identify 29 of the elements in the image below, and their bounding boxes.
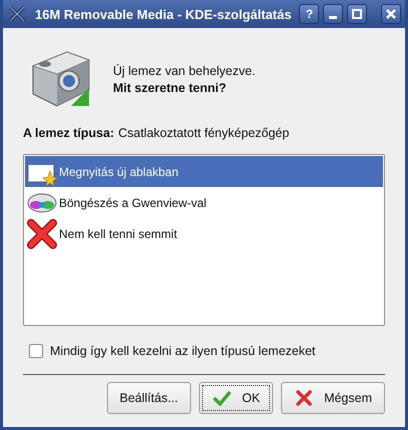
minimize-icon — [329, 16, 338, 19]
new-window-icon — [27, 156, 57, 186]
action-label: Böngészés a Gwenview-val — [59, 196, 206, 210]
maximize-button[interactable] — [347, 4, 368, 24]
window-title: 16M Removable Media - KDE-szolgáltatás — [35, 6, 292, 22]
ok-button[interactable]: OK — [199, 382, 274, 414]
action-label: Megnyitás új ablakban — [59, 164, 178, 178]
app-icon — [7, 4, 27, 24]
media-type-label: A lemez típusa: — [23, 126, 114, 140]
media-type-value: Csatlakoztatott fényképezőgép — [118, 126, 290, 140]
checkmark-icon — [212, 390, 232, 406]
action-item[interactable]: Böngészés a Gwenview-val — [25, 187, 383, 218]
action-item[interactable]: Megnyitás új ablakban — [25, 156, 383, 187]
close-button[interactable] — [381, 4, 402, 24]
cross-icon — [27, 218, 57, 248]
help-button[interactable]: ? — [299, 4, 320, 24]
maximize-icon — [351, 8, 364, 20]
cancel-button[interactable]: Mégsem — [281, 382, 385, 414]
remember-label: Mindig így kell kezelni az ilyen típusú lemezeket — [50, 344, 316, 358]
message-text: Új lemez van behelyezve. — [113, 64, 256, 78]
question-text: Mit szeretne tenni? — [113, 80, 228, 94]
close-icon — [385, 8, 398, 20]
checkbox-square[interactable] — [29, 344, 43, 358]
cross-icon — [294, 390, 314, 406]
minimize-button[interactable] — [323, 4, 344, 24]
settings-button[interactable]: Beállítás... — [106, 382, 191, 414]
remember-checkbox[interactable]: Mindig így kell kezelni az ilyen típusú lemezeket — [23, 344, 385, 358]
action-label: Nem kell tenni semmit — [59, 226, 178, 240]
action-item[interactable]: Nem kell tenni semmit — [25, 218, 383, 249]
